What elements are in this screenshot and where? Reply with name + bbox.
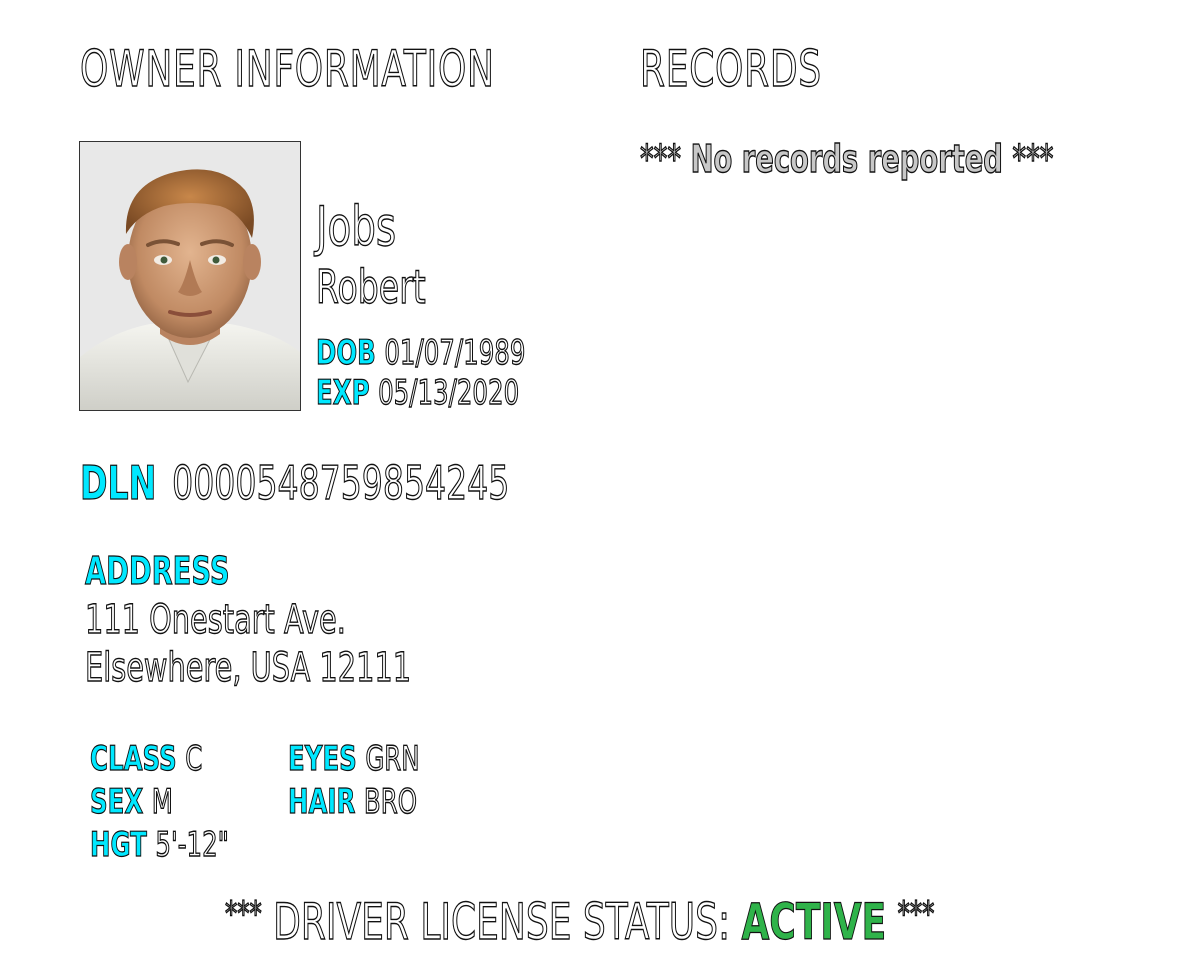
hgt-row: HGT 5'-12" xyxy=(90,825,230,865)
dob-label: DOB xyxy=(316,333,377,373)
dln-row: DLN 0000548759854245 xyxy=(80,459,510,506)
records-stars-right: *** xyxy=(1012,137,1054,181)
class-label: CLASS xyxy=(90,739,178,779)
hair-value: BRO xyxy=(363,782,418,822)
sex-row: SEX M xyxy=(90,782,174,822)
hair-label: HAIR xyxy=(288,782,356,822)
class-row: CLASS C xyxy=(90,739,203,779)
owner-information-heading: OWNER INFORMATION xyxy=(79,40,495,98)
exp-value: 05/13/2020 xyxy=(378,373,520,413)
hgt-value: 5'-12" xyxy=(155,825,230,865)
no-records-text: No records reported xyxy=(690,137,1003,181)
hgt-label: HGT xyxy=(90,825,148,865)
exp-label: EXP xyxy=(316,373,370,413)
records-heading: RECORDS xyxy=(639,40,822,98)
address-line-1: 111 Onestart Ave. xyxy=(84,597,346,643)
dob-value: 01/07/1989 xyxy=(384,333,526,373)
status-label: DRIVER LICENSE STATUS: xyxy=(273,893,731,951)
owner-first-name: Robert xyxy=(315,260,426,314)
class-value: C xyxy=(185,739,203,779)
records-stars-left: *** xyxy=(639,137,682,181)
eyes-label: EYES xyxy=(288,739,358,779)
address-label: ADDRESS xyxy=(85,549,230,593)
eyes-row: EYES GRN xyxy=(288,739,421,779)
license-status-line: *** DRIVER LICENSE STATUS: ACTIVE *** xyxy=(224,894,935,947)
owner-last-name: Jobs xyxy=(315,195,397,258)
status-stars-right: *** xyxy=(897,894,935,934)
dob-row: DOB 01/07/1989 xyxy=(316,333,526,373)
address-line-2: Elsewhere, USA 12111 xyxy=(84,645,412,691)
eyes-value: GRN xyxy=(365,739,420,779)
status-value-badge: ACTIVE xyxy=(741,893,887,951)
sex-value: M xyxy=(151,782,173,822)
dln-value: 0000548759854245 xyxy=(172,456,510,510)
owner-photo xyxy=(79,141,301,411)
hair-row: HAIR BRO xyxy=(288,782,418,822)
records-empty-message: *** No records reported *** xyxy=(639,137,1054,181)
exp-row: EXP 05/13/2020 xyxy=(316,373,520,413)
status-stars-left: *** xyxy=(224,894,262,934)
sex-label: SEX xyxy=(90,782,144,822)
dln-label: DLN xyxy=(80,456,157,510)
